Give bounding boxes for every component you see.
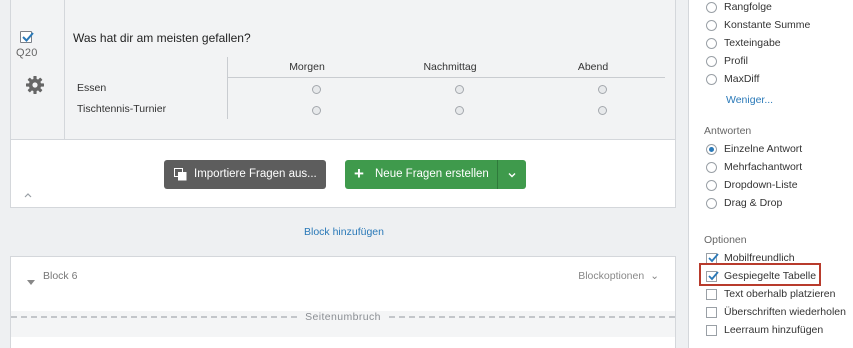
radio-button[interactable]: [706, 198, 717, 209]
option-label: MaxDiff: [724, 73, 760, 85]
matrix-radio[interactable]: [312, 106, 321, 115]
matrix-radio[interactable]: [455, 85, 464, 94]
chevron-up-icon[interactable]: [23, 186, 33, 198]
option-label: Leerraum hinzufügen: [724, 324, 824, 336]
gear-icon[interactable]: [25, 75, 45, 95]
question-sidebar: Q20: [11, 0, 65, 139]
option-label: Konstante Summe: [724, 19, 811, 31]
matrix-column-header: Abend: [577, 61, 609, 73]
option-label: Texteingabe: [724, 37, 781, 49]
highlight-box: [699, 263, 821, 286]
answers-heading: Antworten: [704, 125, 752, 137]
radio-button[interactable]: [706, 38, 717, 49]
matrix-radio[interactable]: [598, 85, 607, 94]
add-block-link[interactable]: Block hinzufügen: [304, 226, 384, 238]
matrix-column-header: Morgen: [289, 61, 325, 73]
radio-button[interactable]: [706, 56, 717, 67]
import-questions-label: Importiere Fragen aus...: [194, 168, 317, 180]
page-break: Seitenumbruch: [11, 311, 675, 337]
checkbox[interactable]: [706, 307, 717, 318]
radio-button[interactable]: [706, 144, 717, 155]
options-heading: Optionen: [704, 234, 747, 246]
question-select-checkbox[interactable]: [20, 31, 34, 43]
option-label: Dropdown-Liste: [724, 179, 798, 191]
matrix-radio[interactable]: [598, 106, 607, 115]
matrix-radio[interactable]: [312, 85, 321, 94]
question-number: Q20: [16, 47, 38, 59]
chevron-down-icon[interactable]: [505, 168, 519, 182]
checkbox[interactable]: [706, 289, 717, 300]
question-properties-panel: Rangfolge Konstante Summe Texteingabe Pr…: [688, 0, 853, 348]
option-label: Mehrfachantwort: [724, 161, 803, 173]
question-title[interactable]: Was hat dir am meisten gefallen?: [73, 31, 251, 45]
matrix-row-label: Essen: [77, 82, 107, 94]
import-questions-button[interactable]: Importiere Fragen aus...: [164, 160, 326, 189]
option-label: Profil: [724, 55, 748, 67]
chevron-down-icon: ⌄: [650, 270, 659, 282]
option-label: Einzelne Antwort: [724, 143, 803, 155]
option-label: Überschriften wiederholen: [724, 306, 846, 318]
question-card[interactable]: Q20 Was hat dir am meisten gefallen? Mor…: [10, 0, 676, 140]
copy-icon: [174, 168, 187, 181]
radio-button[interactable]: [706, 162, 717, 173]
block-footer: Importiere Fragen aus... + Neue Fragen e…: [10, 140, 676, 208]
create-questions-button[interactable]: + Neue Fragen erstellen: [345, 160, 526, 189]
option-label: Drag & Drop: [724, 197, 783, 209]
block-options-menu[interactable]: Blockoptionen ⌄: [578, 270, 659, 282]
page-break-label: Seitenumbruch: [305, 311, 381, 323]
block-title[interactable]: Block 6: [43, 270, 77, 282]
create-questions-label: Neue Fragen erstellen: [375, 168, 489, 180]
matrix-radio[interactable]: [455, 106, 464, 115]
option-label: Text oberhalb platzieren: [724, 288, 836, 300]
block-card: Block 6 Blockoptionen ⌄ Seitenumbruch: [10, 256, 676, 348]
radio-button[interactable]: [706, 74, 717, 85]
show-less-link[interactable]: Weniger...: [726, 94, 773, 106]
survey-editor: Q20 Was hat dir am meisten gefallen? Mor…: [0, 0, 688, 348]
radio-button[interactable]: [706, 2, 717, 13]
matrix-divider-header: [227, 77, 665, 78]
matrix-column-header: Nachmittag: [423, 61, 477, 73]
checkbox[interactable]: [706, 325, 717, 336]
radio-button[interactable]: [706, 180, 717, 191]
button-separator: [497, 160, 498, 189]
matrix-divider-vertical: [227, 57, 228, 119]
block-options-label: Blockoptionen: [578, 270, 645, 282]
matrix-row-label: Tischtennis-Turnier: [77, 103, 167, 115]
radio-button[interactable]: [706, 20, 717, 31]
plus-icon: +: [354, 164, 364, 183]
option-label: Rangfolge: [724, 1, 772, 13]
caret-down-icon[interactable]: [27, 273, 35, 285]
